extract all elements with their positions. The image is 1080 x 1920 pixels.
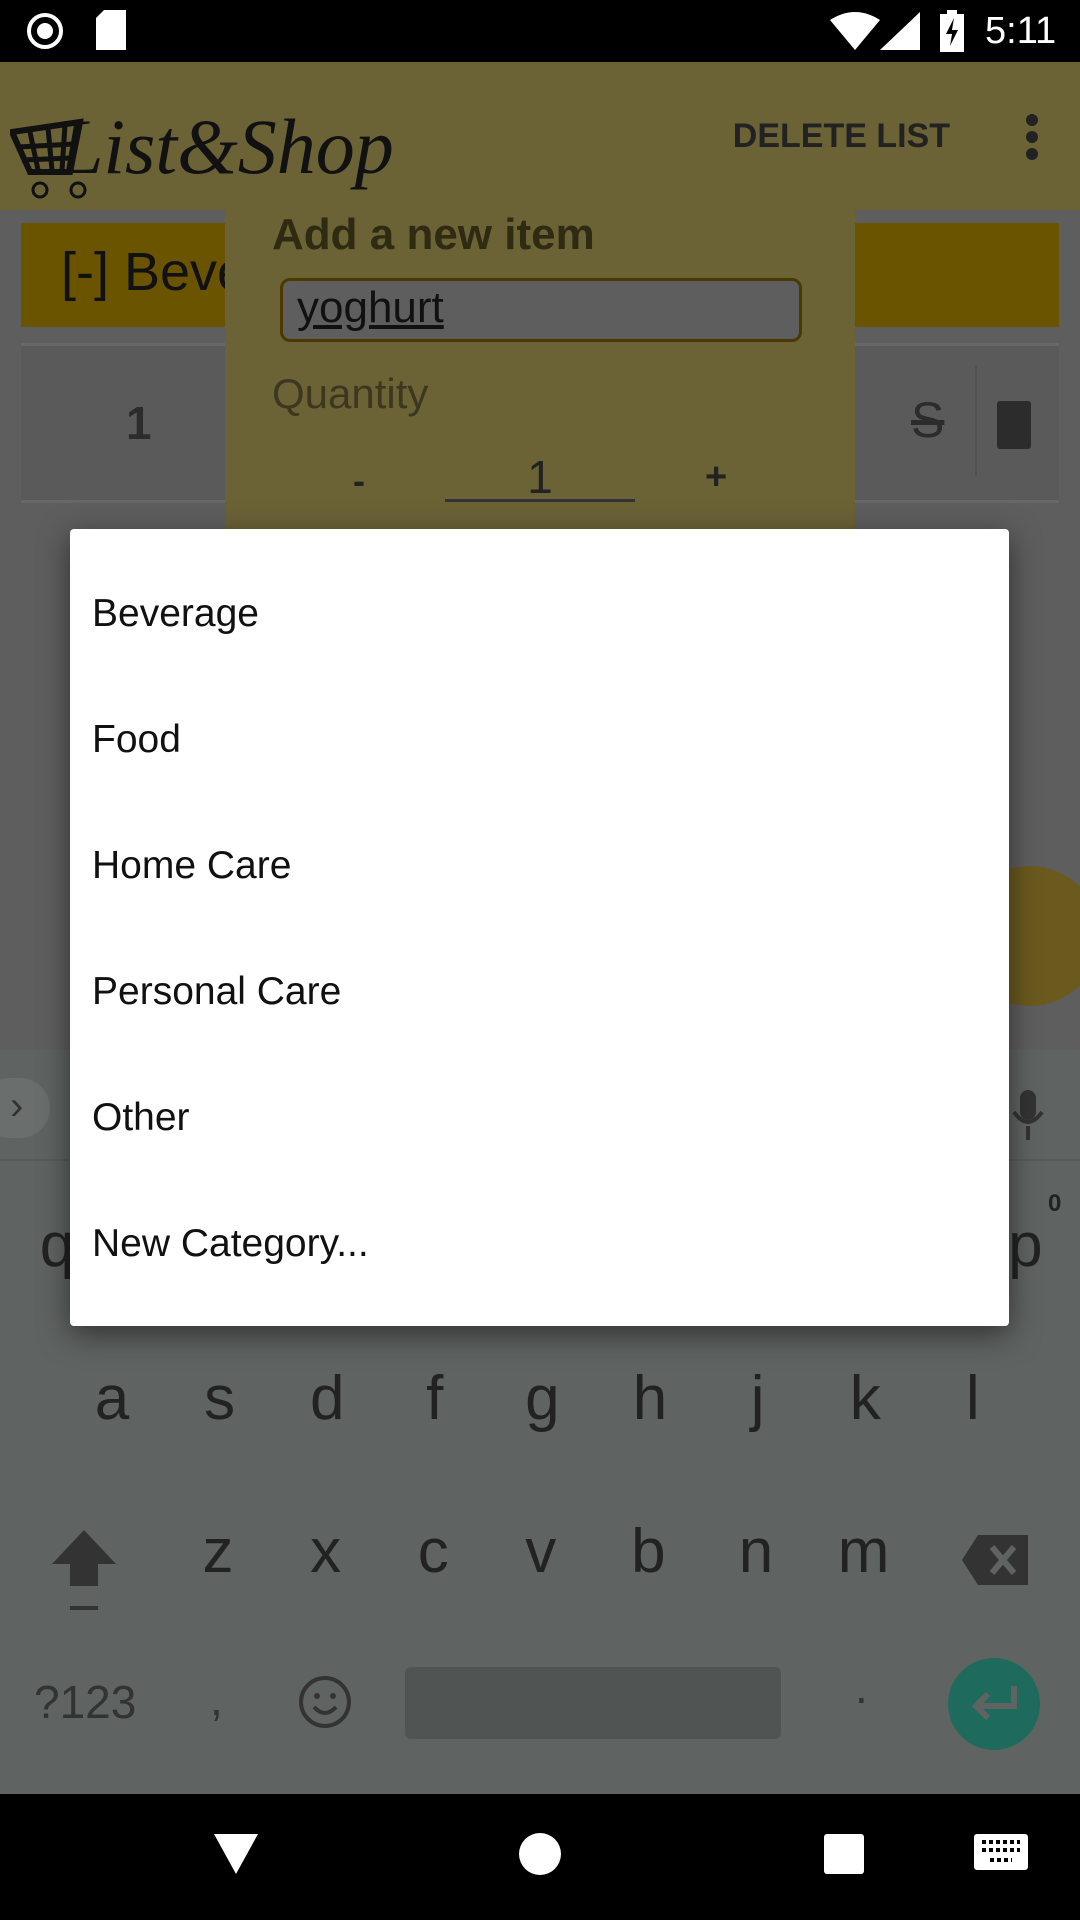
key-g[interactable]: g xyxy=(512,1363,572,1434)
key-b[interactable]: b xyxy=(618,1516,678,1587)
category-option[interactable]: Food xyxy=(70,678,1009,804)
decrement-button[interactable]: - xyxy=(353,460,365,502)
key-j[interactable]: j xyxy=(728,1363,788,1434)
key-a[interactable]: a xyxy=(82,1363,142,1434)
divider xyxy=(975,366,977,476)
key-z[interactable]: z xyxy=(188,1516,248,1587)
app-bar: List&Shop DELETE LIST xyxy=(0,62,1080,210)
quantity-input[interactable]: 1 xyxy=(445,450,635,503)
emoji-icon[interactable] xyxy=(298,1675,352,1729)
key-l[interactable]: l xyxy=(943,1363,1003,1434)
strikethrough-icon[interactable]: S xyxy=(911,391,944,449)
category-option[interactable]: Personal Care xyxy=(70,930,1009,1056)
chevron-right-icon: › xyxy=(10,1084,24,1128)
item-quantity: 1 xyxy=(126,397,152,449)
increment-button[interactable]: + xyxy=(705,456,727,499)
app-logo: List&Shop xyxy=(10,62,394,210)
sd-card-icon xyxy=(96,10,126,50)
back-icon[interactable] xyxy=(214,1834,258,1878)
shift-icon[interactable] xyxy=(52,1530,116,1630)
recents-icon[interactable] xyxy=(824,1834,864,1874)
enter-icon xyxy=(971,1686,1017,1721)
quantity-label: Quantity xyxy=(272,370,429,417)
key-s[interactable]: s xyxy=(190,1363,250,1434)
more-vert-icon[interactable] xyxy=(1026,114,1040,160)
category-option[interactable]: Beverage xyxy=(70,552,1009,678)
category-option[interactable]: Home Care xyxy=(70,804,1009,930)
nav-bar xyxy=(0,1794,1080,1920)
wifi-icon xyxy=(830,12,880,50)
key-k[interactable]: k xyxy=(835,1363,895,1434)
category-dropdown: Beverage Food Home Care Personal Care Other N… xyxy=(70,529,1009,1326)
category-option[interactable]: New Category... xyxy=(70,1182,1009,1308)
key-h[interactable]: h xyxy=(620,1363,680,1434)
space-key[interactable] xyxy=(405,1667,781,1739)
symbols-key[interactable]: ?123 xyxy=(34,1675,136,1729)
record-icon xyxy=(27,13,63,49)
trash-icon[interactable] xyxy=(997,401,1031,449)
battery-charging-icon xyxy=(940,10,964,52)
keyboard-icon[interactable] xyxy=(974,1834,1028,1874)
backspace-icon[interactable] xyxy=(962,1535,1028,1585)
key-x[interactable]: x xyxy=(296,1516,356,1587)
add-item-dialog: Add a new item yoghurt Quantity - 1 + xyxy=(225,210,855,530)
dialog-title: Add a new item xyxy=(272,210,595,259)
key-d[interactable]: d xyxy=(297,1363,357,1434)
key-n[interactable]: n xyxy=(726,1516,786,1587)
signal-icon xyxy=(880,12,920,50)
microphone-icon[interactable] xyxy=(1010,1090,1046,1140)
delete-list-button[interactable]: DELETE LIST xyxy=(733,117,950,156)
key-m[interactable]: m xyxy=(834,1516,894,1587)
comma-key[interactable]: , xyxy=(210,1672,223,1726)
home-icon[interactable] xyxy=(518,1832,562,1876)
key-f[interactable]: f xyxy=(405,1363,465,1434)
clock: 5:11 xyxy=(985,10,1057,52)
expand-button[interactable]: › xyxy=(0,1078,50,1138)
status-bar: 5:11 xyxy=(0,0,1080,62)
logo-text: List&Shop xyxy=(60,103,394,190)
enter-key[interactable] xyxy=(948,1658,1040,1750)
item-name-input[interactable]: yoghurt xyxy=(280,278,802,342)
period-key[interactable]: . xyxy=(855,1660,868,1714)
key-v[interactable]: v xyxy=(511,1516,571,1587)
key-c[interactable]: c xyxy=(403,1516,463,1587)
category-option[interactable]: Other xyxy=(70,1056,1009,1182)
